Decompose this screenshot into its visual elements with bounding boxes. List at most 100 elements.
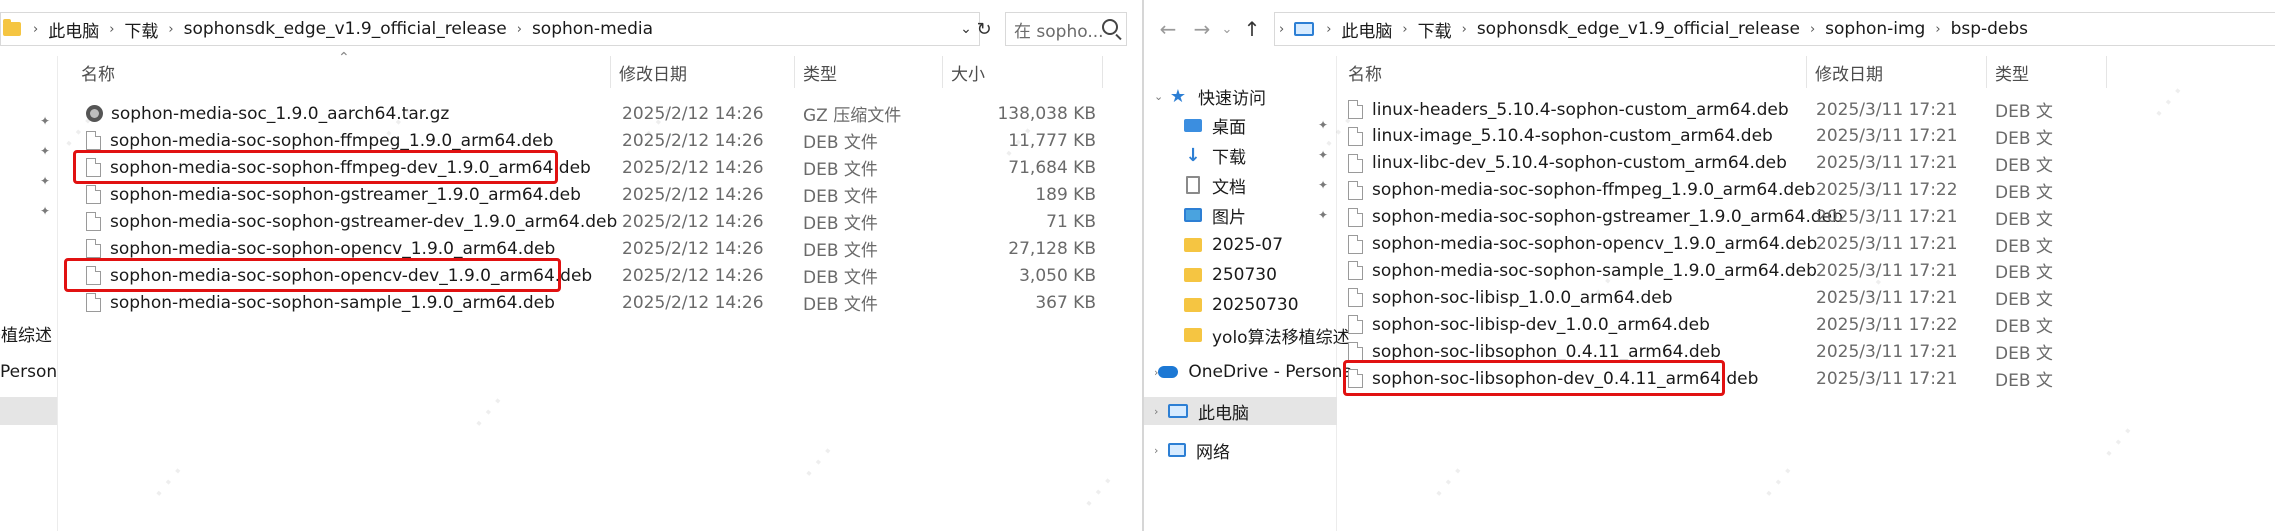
file-type: DEB 文件: [803, 187, 878, 207]
file-date: 2025/3/11 17:21: [1816, 368, 1958, 389]
pin-icon: ✦: [40, 204, 51, 218]
nav-item[interactable]: 文档 ✦: [1144, 171, 1337, 199]
nav-item[interactable]: yolo算法移植综述: [1144, 321, 1350, 349]
nav-item[interactable]: 2025-07: [1144, 231, 1337, 259]
file-type: DEB 文: [1995, 290, 2053, 311]
up-button[interactable]: ↑: [1236, 12, 1268, 46]
column-name[interactable]: 名称: [1340, 56, 1807, 88]
star-icon: ★: [1169, 85, 1187, 107]
chevron-right-icon[interactable]: ›: [1154, 444, 1168, 457]
download-icon: ↓: [1185, 144, 1201, 166]
file-icon: [1348, 100, 1363, 119]
column-size[interactable]: 大小: [943, 56, 1103, 88]
column-date[interactable]: 修改日期: [611, 56, 795, 88]
breadcrumb-sophon-img[interactable]: sophon-img: [1819, 19, 1931, 39]
forward-button[interactable]: →: [1186, 12, 1218, 46]
address-bar[interactable]: › › 此电脑 › 下载 › sophonsdk_edge_v1.9_offic…: [1274, 12, 2275, 46]
nav-item[interactable]: ↓ 下载 ✦: [1144, 141, 1337, 169]
chevron-right-icon: ›: [1326, 21, 1332, 37]
file-type: DEB 文: [1995, 371, 2053, 391]
file-row[interactable]: linux-headers_5.10.4-sophon-custom_arm64…: [1340, 96, 2275, 123]
file-date: 2025/3/11 17:21: [1816, 153, 1958, 174]
breadcrumb-downloads[interactable]: 下载: [1412, 17, 1458, 42]
search-input[interactable]: 在 sopho...: [1005, 12, 1127, 46]
nav-item[interactable]: › 此电脑: [1144, 397, 1337, 425]
cloud-icon: [1158, 366, 1179, 378]
back-button[interactable]: ←: [1152, 12, 1184, 46]
nav-item[interactable]: › 网络: [1144, 436, 1337, 464]
pin-icon: ✦: [1318, 208, 1329, 222]
nav-item[interactable]: ⌄ ★ 快速访问: [1144, 82, 1337, 110]
column-date[interactable]: 修改日期: [1807, 56, 1987, 88]
file-row[interactable]: linux-libc-dev_5.10.4-sophon-custom_arm6…: [1340, 150, 2275, 177]
file-row[interactable]: sophon-soc-libisp_1.0.0_arm64.deb 2025/3/…: [1340, 284, 2275, 311]
file-row[interactable]: sophon-soc-libisp-dev_1.0.0_arm64.deb 202…: [1340, 311, 2275, 338]
chevron-right-icon[interactable]: ›: [1154, 405, 1168, 418]
breadcrumb-bsp-debs[interactable]: bsp-debs: [1945, 19, 2034, 39]
file-row[interactable]: sophon-media-soc-sophon-sample_1.9.0_arm…: [1340, 257, 2275, 284]
column-name[interactable]: 名称: [73, 56, 611, 88]
breadcrumb-this-pc[interactable]: 此电脑: [1335, 17, 1398, 42]
file-name: sophon-media-soc-sophon-opencv_1.9.0_arm…: [110, 238, 556, 259]
file-icon: [86, 293, 101, 312]
nav-item[interactable]: › OneDrive - Persona: [1144, 358, 1353, 386]
file-name: sophon-soc-libisp-dev_1.0.0_arm64.deb: [1372, 314, 1710, 335]
file-name: sophon-media-soc-sophon-gstreamer-dev_1.…: [110, 211, 618, 232]
file-name: sophon-media-soc-sophon-ffmpeg_1.9.0_arm…: [1372, 180, 1816, 201]
chevron-right-icon: ›: [109, 21, 115, 37]
file-row[interactable]: sophon-media-soc-sophon-gstreamer_1.9.0_…: [60, 181, 1142, 208]
file-name: sophon-media-soc-sophon-ffmpeg_1.9.0_arm…: [110, 130, 554, 151]
chevron-right-icon: ›: [1935, 21, 1941, 37]
file-date: 2025/3/11 17:21: [1816, 234, 1958, 254]
file-name-cell: sophon-soc-libisp-dev_1.0.0_arm64.deb: [1348, 311, 1808, 338]
file-date: 2025/3/11 17:22: [1816, 180, 1958, 201]
file-name-cell: sophon-media-soc-sophon-ffmpeg_1.9.0_arm…: [1348, 177, 1815, 204]
nav-item-onedrive[interactable]: Persona: [0, 358, 58, 386]
folder-icon: [1184, 238, 1202, 252]
nav-item[interactable]: 桌面 ✦: [1144, 111, 1337, 139]
column-type[interactable]: 类型: [1987, 56, 2107, 88]
refresh-button[interactable]: ↻: [970, 12, 998, 46]
file-name: sophon-media-soc-sophon-opencv_1.9.0_arm…: [1372, 234, 1818, 254]
pin-icon: ✦: [40, 174, 51, 188]
nav-item-folder[interactable]: 移植综述: [0, 319, 58, 347]
nav-item-label: 快速访问: [1198, 88, 1266, 109]
file-date: 2025/2/12 14:26: [622, 292, 764, 313]
file-icon: [1348, 180, 1363, 200]
file-row[interactable]: sophon-media-soc-sophon-gstreamer-dev_1.…: [60, 208, 1142, 235]
file-date: 2025/2/12 14:26: [622, 265, 764, 286]
breadcrumb-release[interactable]: sophonsdk_edge_v1.9_official_release: [178, 19, 513, 39]
file-row[interactable]: linux-image_5.10.4-sophon-custom_arm64.d…: [1340, 123, 2275, 150]
file-row[interactable]: sophon-media-soc-sophon-ffmpeg_1.9.0_arm…: [1340, 177, 2275, 204]
breadcrumb-this-pc[interactable]: 此电脑: [42, 17, 105, 42]
file-row[interactable]: sophon-media-soc-sophon-gstreamer_1.9.0_…: [1340, 204, 2275, 231]
nav-item-label: 此电脑: [1198, 403, 1249, 424]
computer-icon: [1294, 22, 1315, 36]
file-date: 2025/2/12 14:26: [622, 211, 764, 232]
nav-item[interactable]: 20250730: [1144, 291, 1337, 319]
nav-item-this-pc[interactable]: [0, 397, 57, 425]
navigation-pane: ⌄ ★ 快速访问 桌面 ✦ ↓ 下载 ✦ 文档 ✦ 图片 ✦ 2025-07 250730 20250730…: [1144, 56, 1353, 531]
breadcrumb-release[interactable]: sophonsdk_edge_v1.9_official_release: [1471, 19, 1806, 39]
file-name: sophon-media-soc-sophon-sample_1.9.0_arm…: [110, 292, 555, 313]
left-explorer-window: › 此电脑 › 下载 › sophonsdk_edge_v1.9_officia…: [0, 0, 1142, 531]
breadcrumb-downloads[interactable]: 下载: [118, 17, 164, 42]
file-row[interactable]: sophon-media-soc_1.9.0_aarch64.tar.gz 202…: [60, 100, 1142, 127]
file-icon: [1348, 153, 1363, 173]
column-type[interactable]: 类型: [795, 56, 943, 88]
nav-item[interactable]: 250730: [1144, 261, 1337, 289]
nav-item-label: 下载: [1212, 147, 1246, 168]
file-type: DEB 文件: [803, 268, 878, 288]
breadcrumb-sophon-media[interactable]: sophon-media: [526, 19, 659, 39]
file-name-cell: linux-image_5.10.4-sophon-custom_arm64.d…: [1348, 123, 1808, 150]
file-row[interactable]: sophon-media-soc-sophon-sample_1.9.0_arm…: [60, 289, 1142, 316]
address-bar[interactable]: › 此电脑 › 下载 › sophonsdk_edge_v1.9_officia…: [0, 12, 980, 46]
file-row[interactable]: sophon-media-soc-sophon-opencv_1.9.0_arm…: [1340, 231, 2275, 258]
chevron-right-icon[interactable]: ⌄: [1154, 90, 1168, 103]
nav-item-label: 2025-07: [1212, 235, 1284, 255]
file-type: DEB 文: [1995, 236, 2053, 257]
file-type: DEB 文: [1995, 263, 2053, 284]
address-row: ← → ⌄ ↑ › › 此电脑 › 下载 › sophonsdk_edge_v1…: [1144, 12, 2275, 46]
nav-item[interactable]: 图片 ✦: [1144, 201, 1337, 229]
recent-dropdown-button[interactable]: ⌄: [1216, 12, 1238, 46]
